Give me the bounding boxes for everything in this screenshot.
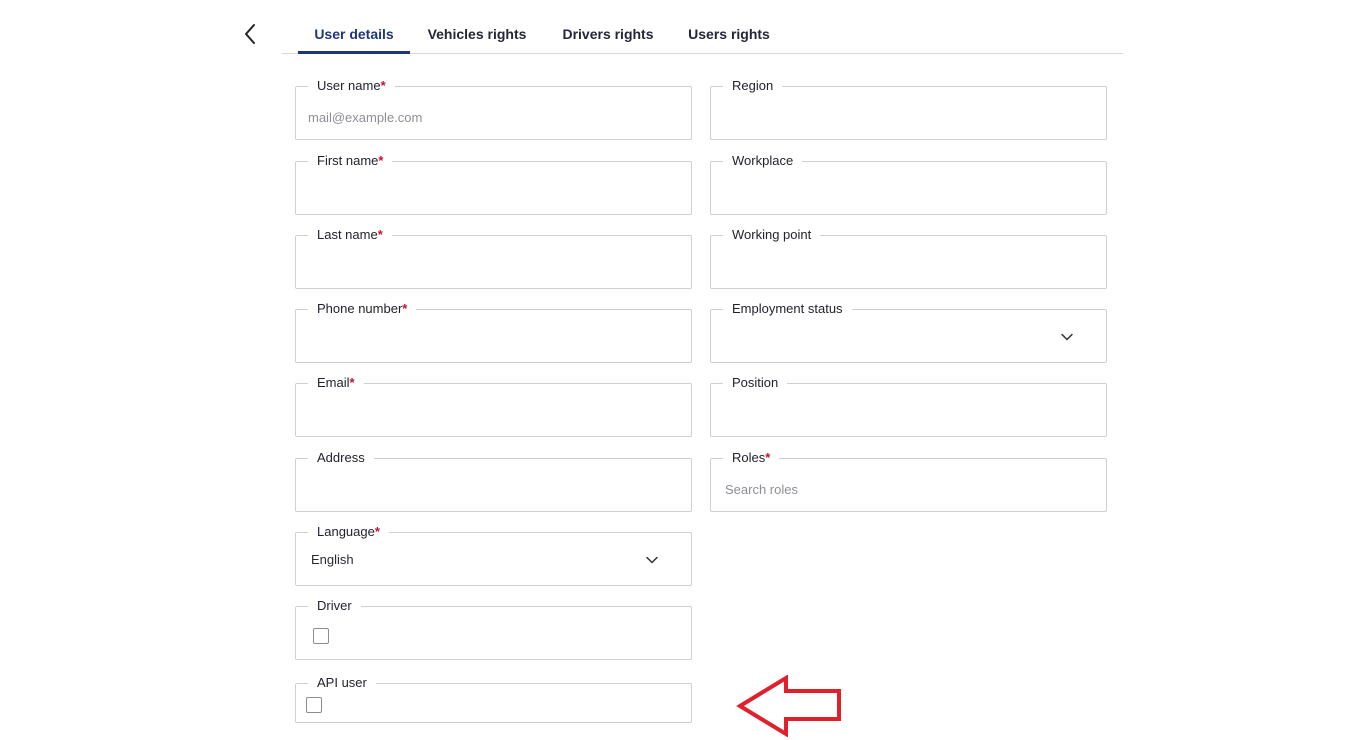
tab-user-details[interactable]: User details [298, 16, 410, 54]
phone-number-field: Phone number* [295, 300, 692, 363]
email-label: Email* [308, 374, 364, 392]
api-user-checkbox[interactable] [306, 697, 322, 713]
last-name-field: Last name* [295, 226, 692, 289]
region-input[interactable] [721, 105, 1096, 129]
language-value: English [311, 552, 354, 567]
user-name-input[interactable] [306, 105, 681, 129]
driver-label: Driver [308, 597, 361, 615]
last-name-label: Last name* [308, 226, 392, 244]
roles-label: Roles* [723, 449, 780, 467]
employment-status-select[interactable]: Employment status [710, 300, 1107, 363]
driver-checkbox[interactable] [313, 628, 329, 644]
working-point-field: Working point [710, 226, 1107, 289]
annotation-arrow-icon [736, 675, 841, 737]
user-name-label: User name* [308, 77, 395, 95]
api-user-field: API user [295, 674, 692, 723]
api-user-label: API user [308, 674, 376, 692]
position-input[interactable] [721, 402, 1096, 426]
workplace-label: Workplace [723, 152, 803, 170]
region-field: Region [710, 77, 1107, 140]
roles-search-input[interactable] [723, 477, 1096, 501]
driver-field: Driver [295, 597, 692, 660]
first-name-input[interactable] [306, 180, 681, 204]
phone-number-input[interactable] [306, 328, 681, 352]
working-point-input[interactable] [721, 254, 1096, 278]
email-input[interactable] [306, 402, 681, 426]
position-label: Position [723, 374, 788, 392]
chevron-down-icon [646, 556, 658, 564]
phone-number-label: Phone number* [308, 300, 417, 318]
chevron-left-icon [245, 24, 255, 44]
tab-bar: User details Vehicles rights Drivers rig… [282, 16, 1123, 54]
email-field: Email* [295, 374, 692, 437]
user-name-field: User name* [295, 77, 692, 140]
address-input[interactable] [306, 477, 681, 501]
tab-users-rights[interactable]: Users rights [684, 16, 774, 54]
tab-vehicles-rights[interactable]: Vehicles rights [422, 16, 532, 54]
language-label: Language* [308, 523, 389, 541]
last-name-input[interactable] [306, 254, 681, 278]
workplace-field: Workplace [710, 152, 1107, 215]
language-select[interactable]: Language* English [295, 523, 692, 586]
position-field: Position [710, 374, 1107, 437]
address-field: Address [295, 449, 692, 512]
chevron-down-icon [1061, 333, 1073, 341]
roles-field: Roles* [710, 449, 1107, 512]
first-name-label: First name* [308, 152, 393, 170]
back-button[interactable] [236, 20, 264, 48]
working-point-label: Working point [723, 226, 821, 244]
address-label: Address [308, 449, 374, 467]
tab-drivers-rights[interactable]: Drivers rights [556, 16, 660, 54]
region-label: Region [723, 77, 783, 95]
workplace-input[interactable] [721, 180, 1096, 204]
first-name-field: First name* [295, 152, 692, 215]
employment-status-label: Employment status [723, 300, 852, 318]
